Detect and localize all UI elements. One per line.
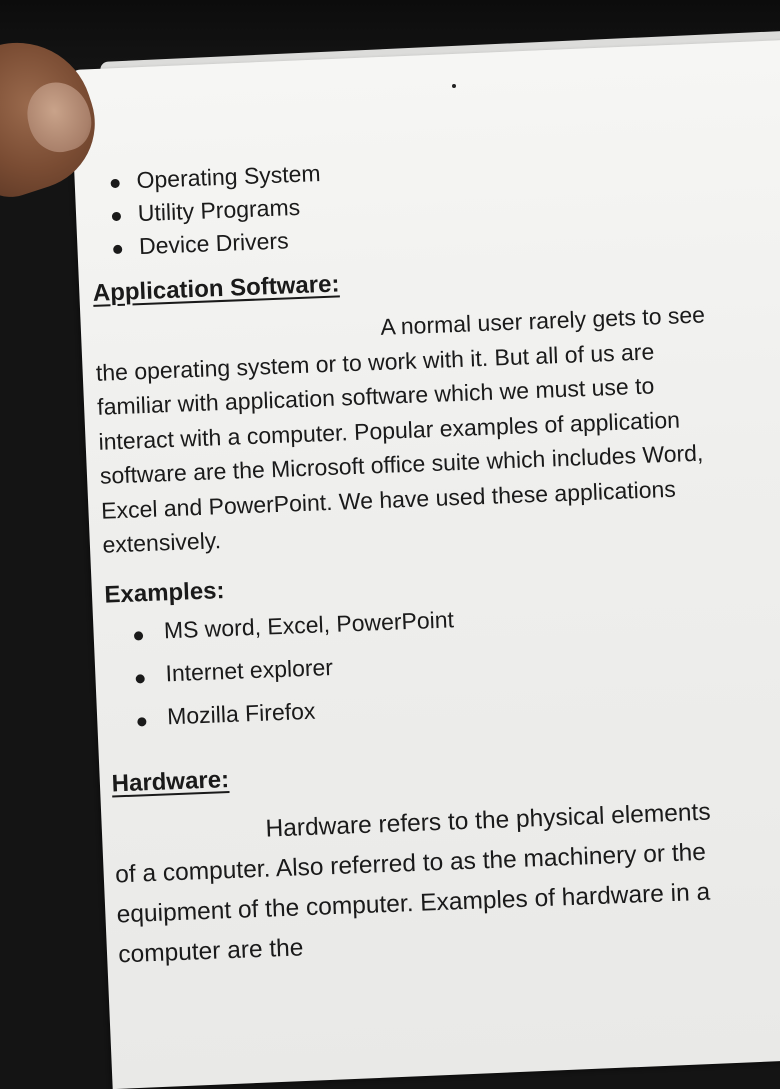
document-page: Operating System Utility Programs Device… xyxy=(88,142,739,975)
paragraph-indent xyxy=(114,836,266,842)
ink-dot xyxy=(452,84,456,88)
application-software-text: A normal user rarely gets to see the ope… xyxy=(95,301,706,558)
bullet-list-examples: MS word, Excel, PowerPoint Internet expl… xyxy=(105,592,729,745)
application-software-paragraph: A normal user rarely gets to see the ope… xyxy=(94,297,723,562)
hardware-paragraph: Hardware refers to the physical elements… xyxy=(113,791,739,975)
hardware-text: Hardware refers to the physical elements… xyxy=(114,798,712,968)
paragraph-indent xyxy=(95,335,381,346)
